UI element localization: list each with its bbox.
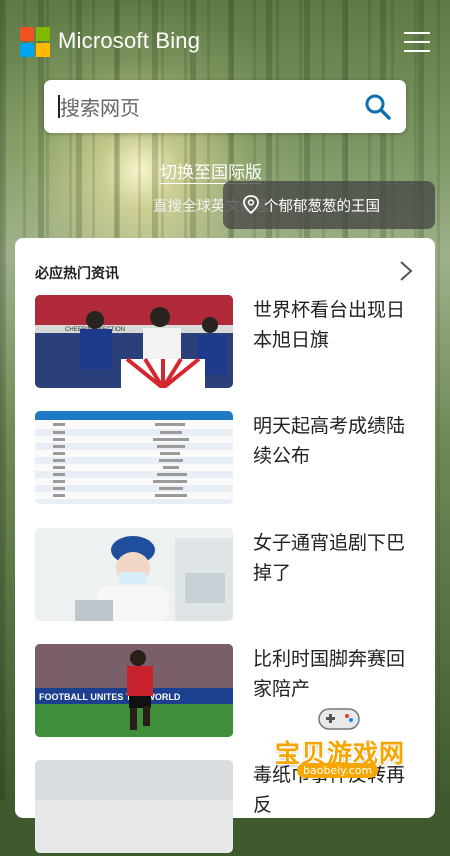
search-bar — [44, 80, 406, 133]
news-item[interactable]: CHEERING SECTION 世界杯看台出现日本旭日旗 — [35, 295, 415, 391]
microsoft-logo-icon[interactable] — [20, 27, 50, 57]
hot-news-title: 必应热门资讯 — [35, 266, 119, 282]
hamburger-menu-icon[interactable] — [404, 32, 430, 52]
search-icon[interactable] — [364, 93, 392, 121]
location-pin-icon — [243, 195, 259, 215]
location-tooltip-text: 个郁郁葱葱的王国 — [264, 199, 380, 215]
brand-name[interactable]: Microsoft Bing — [58, 28, 200, 54]
search-input[interactable] — [58, 90, 352, 125]
header: Microsoft Bing — [0, 0, 450, 80]
text-caret — [58, 95, 60, 118]
watermark-url: baobeiy.com — [297, 763, 379, 778]
news-thumbnail-nurse — [35, 528, 233, 621]
switch-international-link[interactable]: 切换至国际版 — [160, 158, 262, 183]
watermark: 宝贝游戏网 baobeiy.com — [275, 700, 430, 792]
location-tooltip[interactable]: 个郁郁葱葱的王国 — [223, 181, 435, 229]
news-title[interactable]: 女子通宵追剧下巴掉了 — [253, 528, 418, 588]
news-thumbnail-tissue — [35, 760, 233, 853]
news-title[interactable]: 世界杯看台出现日本旭日旗 — [253, 295, 418, 355]
chevron-right-icon[interactable] — [399, 260, 413, 282]
news-thumbnail-football: FOOTBALL UNITES THE WORLD — [35, 644, 233, 737]
news-item[interactable]: 女子通宵追剧下巴掉了 — [35, 528, 415, 624]
news-thumbnail-table — [35, 411, 233, 504]
football-banner-text: FOOTBALL UNITES THE WORLD — [39, 692, 181, 702]
gamepad-icon — [318, 708, 360, 730]
news-item[interactable]: 明天起高考成绩陆续公布 — [35, 411, 415, 507]
news-thumbnail-fans: CHEERING SECTION — [35, 295, 233, 388]
news-title[interactable]: 明天起高考成绩陆续公布 — [253, 411, 418, 471]
news-title[interactable]: 比利时国脚奔赛回家陪产 — [253, 644, 418, 704]
